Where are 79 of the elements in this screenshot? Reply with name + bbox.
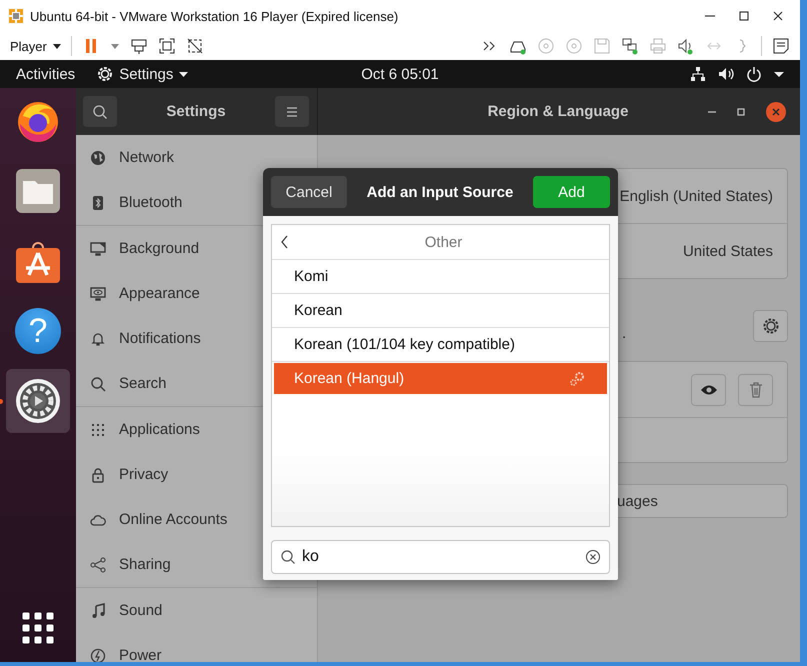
dialog-title: Add an Input Source	[366, 184, 514, 200]
gear-icon	[762, 317, 780, 335]
monitor-icon	[90, 286, 106, 302]
sidebar-label: Online Accounts	[119, 511, 228, 528]
app-menu[interactable]: Settings	[97, 66, 188, 82]
app-grid-icon[interactable]	[22, 612, 54, 644]
cancel-button[interactable]: Cancel	[271, 176, 347, 208]
volume-icon[interactable]	[718, 66, 734, 82]
sidebar-label: Bluetooth	[119, 194, 182, 211]
menu-icon	[285, 104, 299, 118]
close-icon[interactable]	[772, 10, 784, 22]
clock[interactable]: Oct 6 05:01	[361, 66, 439, 82]
window-title: Region & Language	[486, 103, 630, 120]
trash-icon	[748, 382, 764, 398]
sidebar-item[interactable]: Online Accounts	[76, 497, 317, 542]
monitor-icon	[90, 240, 106, 256]
sidebar-item[interactable]: Applications	[76, 407, 317, 452]
caret-icon	[179, 70, 188, 78]
delete-button[interactable]	[738, 374, 773, 406]
grid-icon	[90, 422, 106, 438]
minimize-button[interactable]	[708, 110, 716, 112]
power-icon	[90, 648, 106, 662]
sidebar-item[interactable]: Sound	[76, 588, 317, 633]
minimize-icon	[708, 110, 716, 112]
search-input[interactable]: ko	[302, 548, 579, 566]
list-item[interactable]: Korean	[272, 294, 609, 328]
power-icon[interactable]	[746, 66, 762, 82]
clear-icon[interactable]	[585, 549, 601, 565]
music-note-icon	[90, 602, 106, 618]
list-header: Other	[424, 234, 464, 250]
menu-button[interactable]	[275, 96, 309, 127]
bell-icon	[90, 330, 106, 346]
description-text: .	[622, 325, 628, 342]
maximize-icon[interactable]	[738, 10, 750, 22]
sidebar-item[interactable]: Privacy	[76, 452, 317, 497]
sidebar-label: Search	[119, 375, 167, 392]
folder-icon[interactable]	[15, 168, 61, 214]
setting-value[interactable]: English (United States)	[620, 188, 773, 204]
network-wired-icon[interactable]	[690, 66, 706, 82]
vm-logo-icon	[8, 8, 24, 24]
caret-icon[interactable]	[774, 69, 784, 79]
search-icon	[90, 376, 106, 392]
window-title: Ubuntu 64-bit - VMware Workstation 16 Player (Expired license)	[30, 8, 400, 24]
sidebar-title: Settings	[166, 103, 226, 120]
fullscreen-icon[interactable]	[158, 37, 176, 55]
sidebar-label: Privacy	[119, 466, 168, 483]
search-icon	[280, 549, 296, 565]
search-icon	[92, 104, 108, 120]
setting-value[interactable]: United States	[682, 242, 773, 260]
list-item[interactable]: Korean (Hangul)	[274, 363, 607, 394]
options-button[interactable]	[753, 310, 788, 342]
globe-icon	[90, 150, 106, 166]
list-item[interactable]: Komi	[272, 260, 609, 294]
sidebar-label: Sound	[119, 602, 162, 619]
sidebar-item[interactable]: Power	[76, 633, 317, 662]
close-button[interactable]	[766, 102, 786, 122]
search-field[interactable]: ko	[271, 540, 610, 574]
sidebar-label: Applications	[119, 421, 200, 438]
bluetooth-icon	[90, 194, 106, 210]
sidebar-label: Power	[119, 647, 162, 662]
notes-icon[interactable]	[772, 37, 790, 55]
close-icon	[771, 106, 781, 116]
sidebar-label: Background	[119, 240, 200, 257]
sidebar-label: Sharing	[119, 556, 171, 573]
gear-icon	[97, 66, 114, 82]
sidebar-label: Notifications	[119, 330, 201, 347]
sidebar-label: Network	[119, 149, 174, 166]
activities-button[interactable]: Activities	[16, 66, 76, 82]
gear-icon[interactable]	[15, 378, 61, 424]
caret-icon	[52, 42, 61, 50]
search-button[interactable]	[83, 96, 117, 127]
preview-button[interactable]	[691, 374, 726, 406]
sidebar-label: Appearance	[119, 285, 200, 302]
list-item[interactable]: Korean (101/104 key compatible)	[272, 328, 609, 362]
add-button[interactable]: Add	[533, 176, 610, 208]
share-icon	[90, 556, 106, 572]
player-menu[interactable]: Player	[10, 38, 61, 54]
speaker-icon[interactable]	[677, 37, 695, 55]
lock-icon	[90, 466, 106, 482]
